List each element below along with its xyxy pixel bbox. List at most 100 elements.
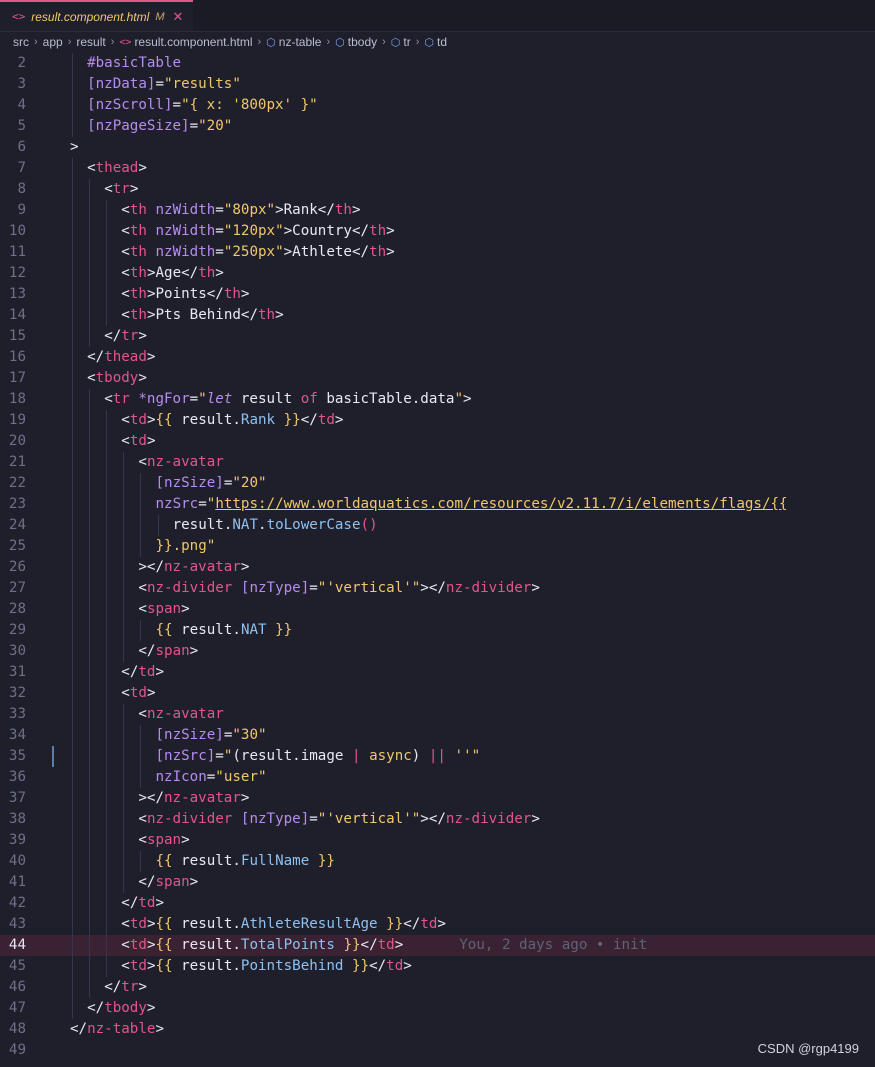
code-line[interactable]: 2 #basicTable xyxy=(0,53,875,74)
code-line[interactable]: 19 <td>{{ result.Rank }}</td> xyxy=(0,410,875,431)
indent-guide xyxy=(123,851,125,872)
code-line[interactable]: 16 </thead> xyxy=(0,347,875,368)
line-number: 28 xyxy=(8,601,26,617)
code-line[interactable]: 43 <td>{{ result.AthleteResultAge }}</td> xyxy=(0,914,875,935)
code-line[interactable]: 12 <th>Age</th> xyxy=(0,263,875,284)
indent-guide xyxy=(89,767,91,788)
line-number: 5 xyxy=(17,118,26,134)
code-line[interactable]: 46 </tr> xyxy=(0,977,875,998)
indent-guide xyxy=(72,410,73,431)
breadcrumb-item-tr[interactable]: tr xyxy=(403,35,410,49)
code-line[interactable]: 34 [nzSize]="30" xyxy=(0,725,875,746)
breadcrumb-item-nz-table[interactable]: nz-table xyxy=(279,35,322,49)
code-editor[interactable]: 2 #basicTable 3 [nzData]="results" 4 [nzScrol… xyxy=(0,53,875,1061)
indent-guide xyxy=(140,620,142,641)
line-number: 43 xyxy=(8,916,26,932)
code-line[interactable]: 31 </td> xyxy=(0,662,875,683)
code-line[interactable]: 26 ></nz-avatar> xyxy=(0,557,875,578)
code-line[interactable]: 23 nzSrc="https://www.worldaquatics.com/r… xyxy=(0,494,875,515)
breadcrumb-item-src[interactable]: src xyxy=(13,35,29,49)
code-line[interactable]: 35 [nzSrc]="(result.image | async) || ''" xyxy=(0,746,875,767)
breadcrumb: src › app › result › <> result.component… xyxy=(0,32,875,52)
code-content: </td> xyxy=(48,662,875,683)
code-line[interactable]: 21 <nz-avatar xyxy=(0,452,875,473)
code-line[interactable]: 38 <nz-divider [nzType]="'vertical'"></nz… xyxy=(0,809,875,830)
code-line[interactable]: 10 <th nzWidth="120px">Country</th> xyxy=(0,221,875,242)
code-line[interactable]: 45 <td>{{ result.PointsBehind }}</td> xyxy=(0,956,875,977)
code-line[interactable]: 42 </td> xyxy=(0,893,875,914)
code-text: <nz-avatar xyxy=(138,454,224,470)
code-content: </span> xyxy=(48,641,875,662)
breadcrumb-item-app[interactable]: app xyxy=(43,35,63,49)
code-text: </nz-table> xyxy=(70,1021,164,1037)
line-number: 25 xyxy=(8,538,26,554)
code-text: <thead> xyxy=(87,160,147,176)
code-line[interactable]: 28 <span> xyxy=(0,599,875,620)
code-line[interactable]: 39 <span> xyxy=(0,830,875,851)
indent-guide xyxy=(89,494,91,515)
code-content: </nz-table> xyxy=(48,1019,875,1040)
code-content: [nzSize]="30" xyxy=(48,725,875,746)
close-tab-icon[interactable]: ✕ xyxy=(172,9,183,25)
code-line[interactable]: 13 <th>Points</th> xyxy=(0,284,875,305)
watermark: CSDN @rgp4199 xyxy=(757,1041,859,1056)
code-line[interactable]: 44 <td>{{ result.TotalPoints }}</td> You, … xyxy=(0,935,875,956)
code-line[interactable]: 37 ></nz-avatar> xyxy=(0,788,875,809)
indent-guide xyxy=(123,725,125,746)
code-content: <span> xyxy=(48,830,875,851)
code-line[interactable]: 11 <th nzWidth="250px">Athlete</th> xyxy=(0,242,875,263)
code-line[interactable]: 20 <td> xyxy=(0,431,875,452)
code-content: result.NAT.toLowerCase() xyxy=(48,515,875,536)
code-line[interactable]: 15 </tr> xyxy=(0,326,875,347)
code-line[interactable]: 32 <td> xyxy=(0,683,875,704)
code-line[interactable]: 47 </tbody> xyxy=(0,998,875,1019)
code-text: <tbody> xyxy=(87,370,147,386)
code-line[interactable]: 25}}.png" xyxy=(0,536,875,557)
indent-guide xyxy=(106,452,108,473)
indent-guide xyxy=(106,704,108,725)
indent-guide xyxy=(72,389,73,410)
indent-guide xyxy=(72,662,73,683)
code-line[interactable]: 4 [nzScroll]="{ x: '800px' }" xyxy=(0,95,875,116)
code-line[interactable]: 30 </span> xyxy=(0,641,875,662)
indent-guide xyxy=(89,200,91,221)
code-text: <span> xyxy=(138,832,190,848)
breadcrumb-item-file[interactable]: result.component.html xyxy=(134,35,252,49)
indent-guide xyxy=(72,788,73,809)
file-tab[interactable]: <> result.component.html M ✕ xyxy=(0,0,194,31)
code-line[interactable]: 41 </span> xyxy=(0,872,875,893)
code-line[interactable]: 7 <thead> xyxy=(0,158,875,179)
code-line[interactable]: 40 {{ result.FullName }} xyxy=(0,851,875,872)
code-line[interactable]: 17 <tbody> xyxy=(0,368,875,389)
code-line[interactable]: 24 result.NAT.toLowerCase() xyxy=(0,515,875,536)
line-number: 17 xyxy=(8,370,26,386)
code-line[interactable]: 29 {{ result.NAT }} xyxy=(0,620,875,641)
code-line[interactable]: 9 <th nzWidth="80px">Rank</th> xyxy=(0,200,875,221)
indent-guide xyxy=(106,935,108,956)
code-text: ></nz-avatar> xyxy=(138,790,250,806)
code-line[interactable]: 33 <nz-avatar xyxy=(0,704,875,725)
code-line[interactable]: 6 > xyxy=(0,137,875,158)
code-line[interactable]: 8 <tr> xyxy=(0,179,875,200)
code-content: <tbody> xyxy=(48,368,875,389)
code-line[interactable]: 22 [nzSize]="20" xyxy=(0,473,875,494)
code-line[interactable]: 36 nzIcon="user" xyxy=(0,767,875,788)
indent-guide xyxy=(89,809,91,830)
indent-guide xyxy=(123,767,125,788)
code-line[interactable]: 14 <th>Pts Behind</th> xyxy=(0,305,875,326)
html-file-icon: <> xyxy=(12,10,26,23)
code-line[interactable]: 3 [nzData]="results" xyxy=(0,74,875,95)
code-line[interactable]: 49 xyxy=(0,1040,875,1061)
code-line[interactable]: 5 [nzPageSize]="20" xyxy=(0,116,875,137)
breadcrumb-item-result[interactable]: result xyxy=(76,35,105,49)
breadcrumb-item-td[interactable]: td xyxy=(437,35,447,49)
breadcrumb-item-tbody[interactable]: tbody xyxy=(348,35,377,49)
code-line[interactable]: 18 <tr *ngFor="let result of basicTable.d… xyxy=(0,389,875,410)
code-line[interactable]: 27 <nz-divider [nzType]="'vertical'"></nz… xyxy=(0,578,875,599)
indent-guide xyxy=(106,914,108,935)
indent-guide xyxy=(106,494,108,515)
indent-guide xyxy=(72,851,73,872)
code-content: [nzScroll]="{ x: '800px' }" xyxy=(48,95,875,116)
code-line[interactable]: 48 </nz-table> xyxy=(0,1019,875,1040)
line-number: 36 xyxy=(8,769,26,785)
